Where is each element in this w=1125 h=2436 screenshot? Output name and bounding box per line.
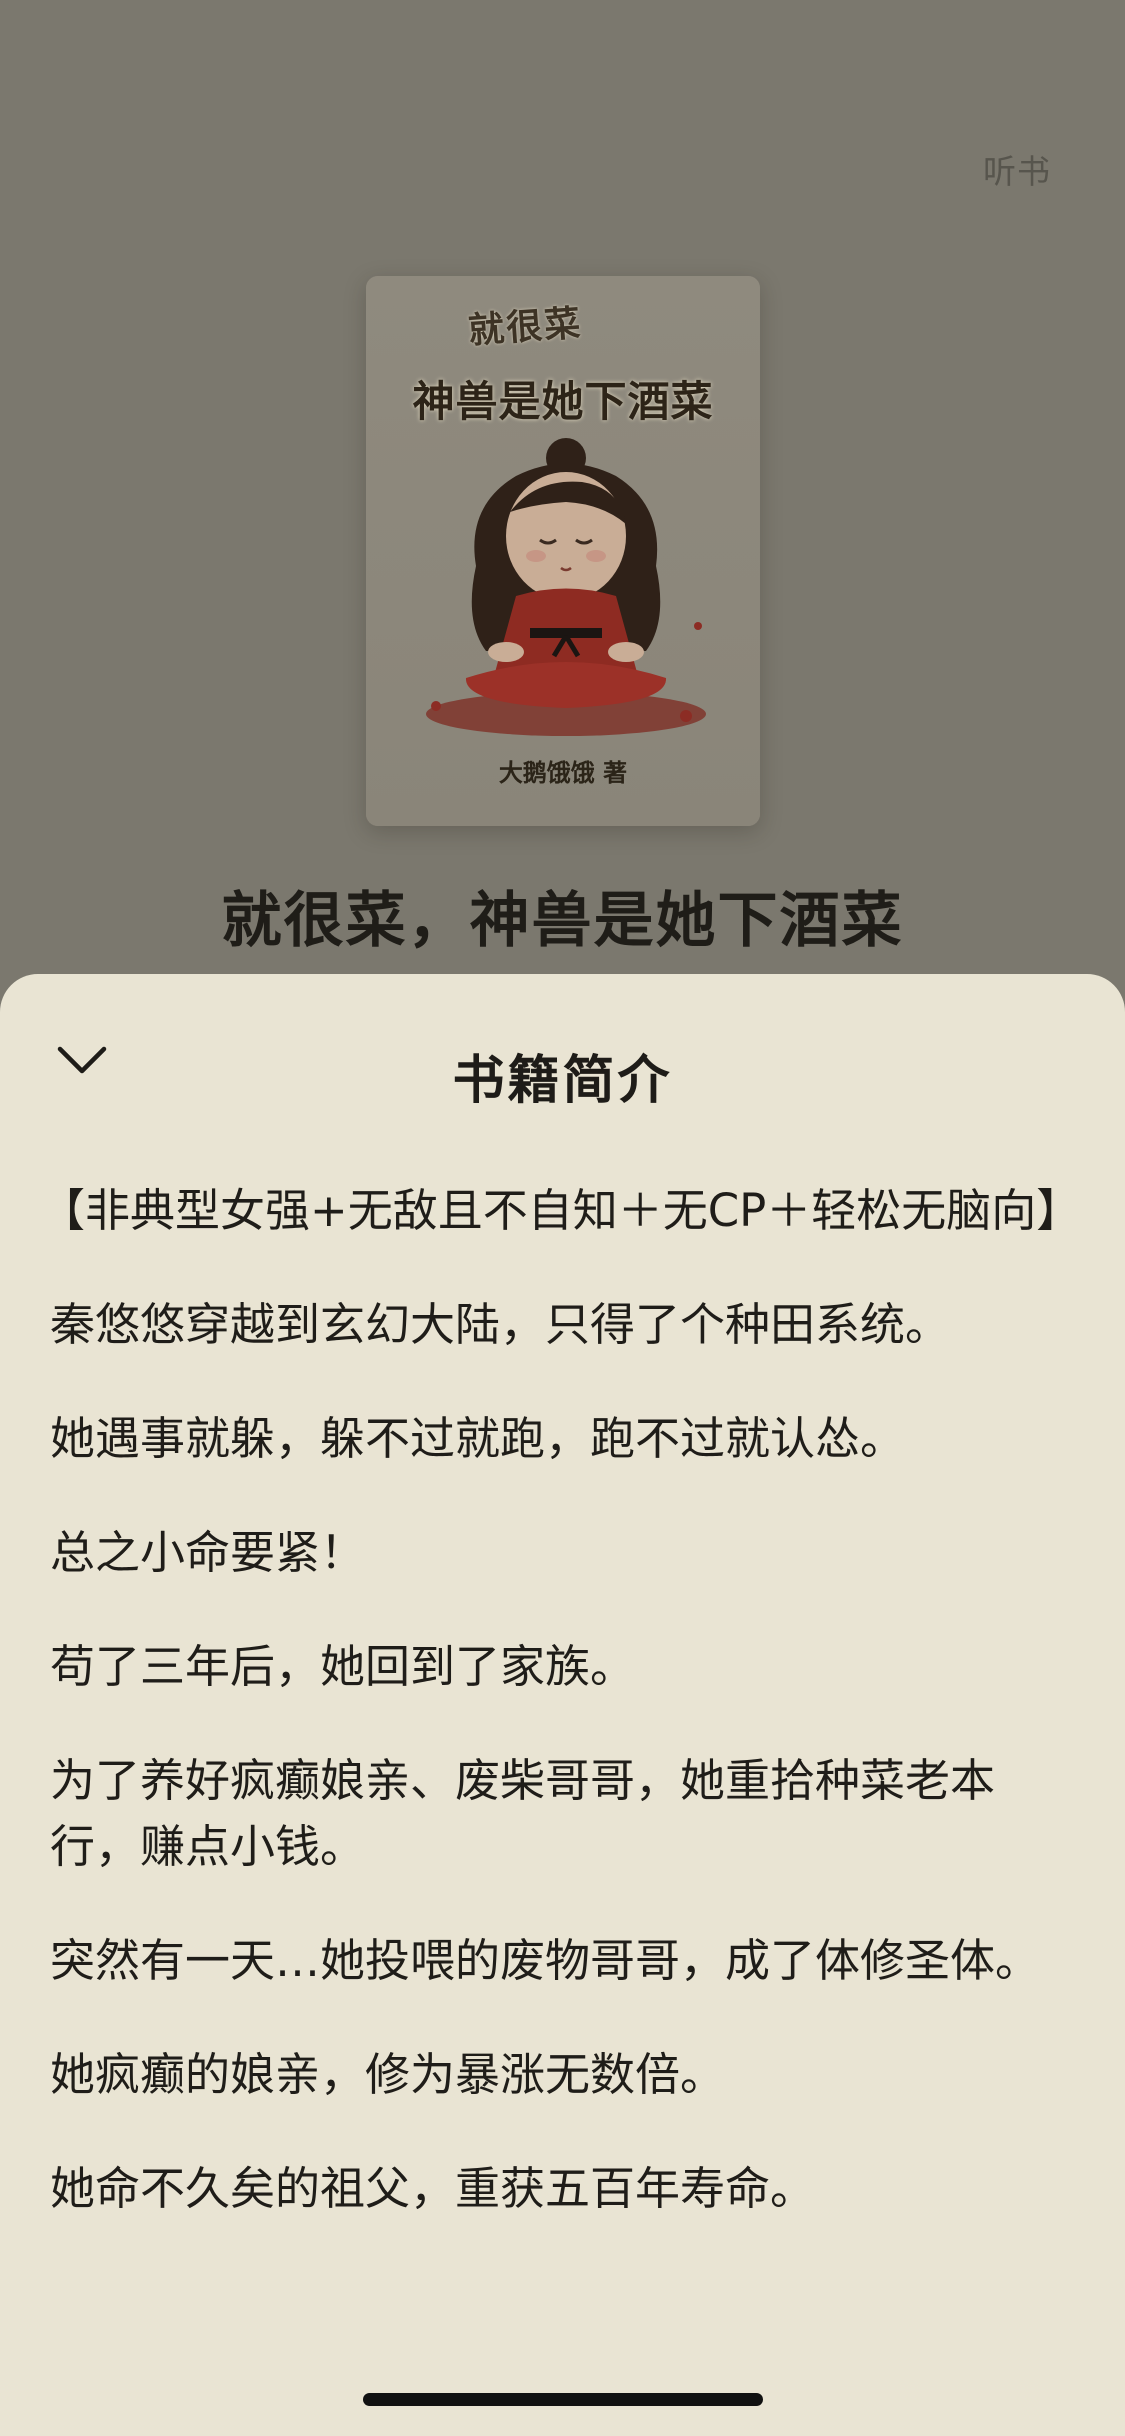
intro-paragraph: 为了养好疯癫娘亲、废柴哥哥，她重拾种菜老本行，赚点小钱。 xyxy=(50,1754,996,1873)
intro-paragraph: 她疯癫的娘亲，修为暴涨无数倍。 xyxy=(50,2048,726,2101)
intro-paragraph: 总之小命要紧！ xyxy=(50,1526,366,1579)
intro-paragraph: 她遇事就躲，躲不过就跑，跑不过就认怂。 xyxy=(50,1412,906,1465)
cover-illustration xyxy=(426,438,706,736)
intro-paragraph: 【非典型女强+无敌且不自知＋无CP＋轻松无脑向】 xyxy=(40,1184,1082,1237)
listen-button[interactable]: 听书 xyxy=(983,145,1051,193)
cover-author: 大鹅饿饿 著 xyxy=(498,759,628,787)
intro-paragraph: 她命不久矣的祖父，重获五百年寿命。 xyxy=(50,2162,816,2215)
book-title: 就很菜，神兽是她下酒菜 xyxy=(221,886,904,956)
intro-paragraph: 秦悠悠穿越到玄幻大陆，只得了个种田系统。 xyxy=(50,1298,951,1351)
cover-subtitle: 就很菜 xyxy=(466,303,584,352)
home-indicator[interactable] xyxy=(363,2393,763,2406)
book-cover[interactable]: 就很菜 神兽是她下酒菜 大鹅饿饿 著 xyxy=(366,276,760,826)
sheet-title: 书籍简介 xyxy=(452,1051,673,1111)
intro-paragraph: 突然有一天…她投喂的废物哥哥，成了体修圣体。 xyxy=(50,1934,1041,1987)
intro-paragraph: 苟了三年后，她回到了家族。 xyxy=(50,1640,636,1693)
intro-content: 【非典型女强+无敌且不自知＋无CP＋轻松无脑向】 秦悠悠穿越到玄幻大陆，只得了个… xyxy=(40,1178,1081,2270)
